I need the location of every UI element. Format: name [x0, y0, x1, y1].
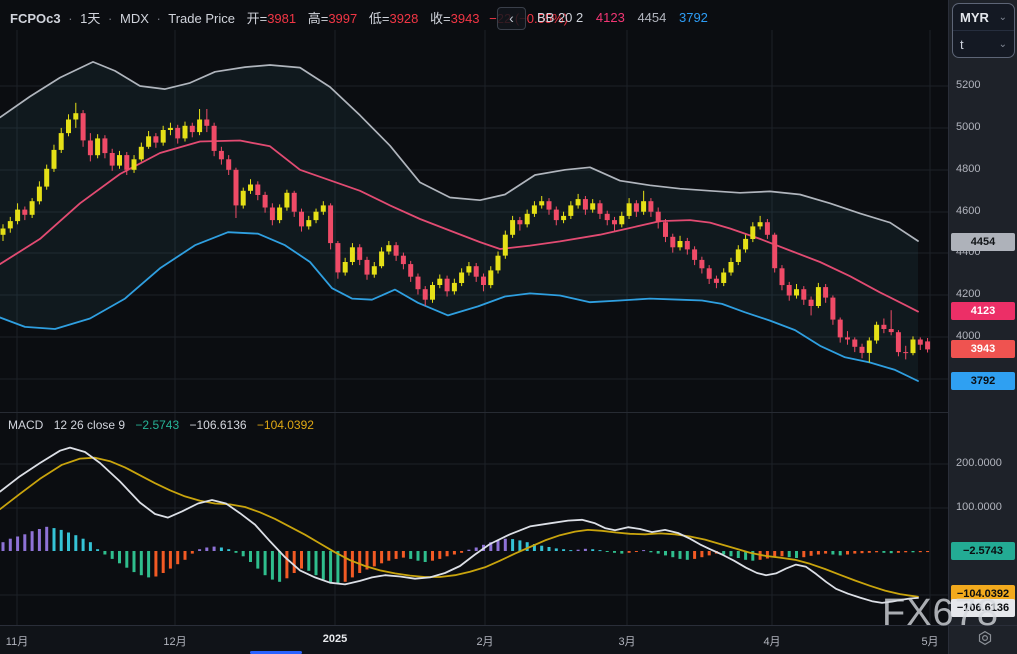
price-badge: 4123: [951, 302, 1015, 320]
time-axis-label: 5月: [921, 633, 938, 649]
macd-pane-chart[interactable]: [0, 413, 948, 625]
trading-chart-app: FCPOc3 · 1天 · MDX · Trade Price 开=3981 高…: [0, 0, 1017, 654]
symbol-legend: FCPOc3 · 1天 · MDX · Trade Price 开=3981 高…: [10, 8, 568, 27]
series-type-label: Trade Price: [168, 11, 235, 26]
currency-dropdown[interactable]: MYR ⌄: [953, 4, 1014, 30]
price-badge: 4454: [951, 233, 1015, 251]
macd-indicator-legend[interactable]: MACD 12 26 close 9 −2.5743 −106.6136 −10…: [8, 418, 321, 432]
low-value: 3928: [389, 11, 418, 26]
close-label: 收=: [430, 11, 451, 26]
unit-value: t: [960, 37, 964, 52]
symbol-name[interactable]: FCPOc3: [10, 11, 61, 26]
currency-value: MYR: [960, 10, 989, 25]
open-label: 开=: [247, 11, 268, 26]
pane-divider[interactable]: [0, 412, 948, 413]
macd-params: 12 26 close 9: [54, 418, 125, 432]
macd-label: MACD: [8, 418, 43, 432]
bb-indicator-legend[interactable]: BB 20 2 4123 4454 3792: [537, 10, 717, 25]
unit-dropdown[interactable]: t ⌄: [953, 30, 1014, 57]
bb-basis-value: 4123: [596, 10, 625, 25]
low-label: 低=: [369, 11, 390, 26]
bb-lower-value: 3792: [679, 10, 708, 25]
axis-tick-label: 4200: [956, 288, 980, 300]
price-badge: 3792: [951, 372, 1015, 390]
axis-tick-label: 5000: [956, 121, 980, 133]
axis-divider: [949, 625, 1017, 626]
price-axis-pane[interactable]: MYR ⌄ t ⌄ 520050004800460044004200400020…: [948, 0, 1017, 654]
chevron-down-icon: ⌄: [999, 12, 1007, 23]
exchange-label: MDX: [120, 11, 149, 26]
separator: ·: [157, 11, 161, 26]
price-badge: 3943: [951, 340, 1015, 358]
high-label: 高=: [308, 11, 329, 26]
settings-gear-icon[interactable]: [977, 630, 993, 646]
time-axis-label: 2025: [323, 633, 347, 645]
open-value: 3981: [267, 11, 296, 26]
interval-label[interactable]: 1天: [80, 11, 100, 26]
chevron-down-icon: ⌄: [999, 39, 1007, 50]
collapse-legend-button[interactable]: ‹: [497, 7, 526, 30]
axis-tick-label: 100.0000: [956, 501, 1002, 513]
axis-tick-label: 200.0000: [956, 457, 1002, 469]
currency-unit-selector: MYR ⌄ t ⌄: [952, 3, 1015, 58]
macd-signal-value: −104.0392: [257, 418, 314, 432]
high-value: 3997: [328, 11, 357, 26]
macd-badge: −2.5743: [951, 542, 1015, 560]
axis-tick-label: 4600: [956, 205, 980, 217]
axis-tick-label: 5200: [956, 79, 980, 91]
chevron-left-icon: ‹: [509, 10, 514, 26]
price-pane-chart[interactable]: [0, 30, 948, 412]
separator: ·: [108, 11, 112, 26]
axis-tick-label: 4800: [956, 163, 980, 175]
time-axis-label: 3月: [618, 633, 635, 649]
macd-badge: −106.6136: [951, 599, 1015, 617]
time-axis-label: 12月: [163, 633, 186, 649]
bb-upper-value: 4454: [637, 10, 666, 25]
close-value: 3943: [451, 11, 480, 26]
time-axis-label: 11月: [6, 633, 28, 649]
time-axis-label: 4月: [763, 633, 780, 649]
separator: ·: [68, 11, 72, 26]
time-axis-label: 2月: [476, 633, 493, 649]
macd-histogram-value: −2.5743: [135, 418, 179, 432]
macd-line-value: −106.6136: [189, 418, 246, 432]
bb-label: BB 20 2: [537, 10, 583, 25]
time-axis[interactable]: 11月 12月 2025 2月 3月 4月 5月: [0, 625, 948, 654]
